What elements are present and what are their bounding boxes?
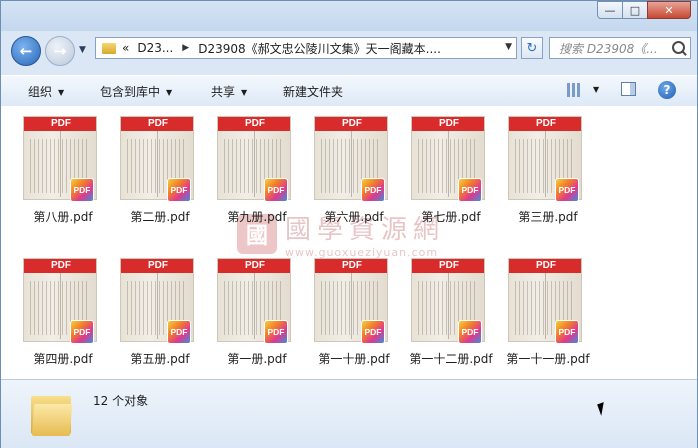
pdf-badge-icon: PDF: [361, 320, 385, 344]
pdf-header-label: PDF: [412, 259, 484, 273]
file-name: 第八册.pdf: [33, 210, 93, 224]
file-item[interactable]: PDF PDF 第九册.pdf: [207, 116, 295, 234]
pdf-badge-icon: PDF: [361, 178, 385, 202]
file-item[interactable]: PDF PDF 第一册.pdf: [207, 258, 295, 376]
pdf-header-label: PDF: [218, 259, 290, 273]
file-name: 第二册.pdf: [130, 210, 190, 224]
file-name: 第一十一册.pdf: [506, 352, 590, 366]
pdf-header-label: PDF: [315, 117, 387, 131]
include-in-library-menu[interactable]: 包含到库中 ▼: [100, 83, 172, 100]
pdf-header-label: PDF: [509, 117, 581, 131]
file-item[interactable]: PDF PDF 第六册.pdf: [304, 116, 392, 234]
folder-icon: [31, 390, 73, 436]
search-icon[interactable]: [672, 41, 685, 54]
window-controls: — □ ✕: [597, 1, 691, 19]
search-input[interactable]: 搜索 D23908《...: [549, 37, 691, 59]
file-item[interactable]: PDF PDF 第八册.pdf: [13, 116, 101, 234]
file-item[interactable]: PDF PDF 第一十册.pdf: [304, 258, 392, 376]
breadcrumb-parent[interactable]: D23...: [137, 41, 173, 55]
title-bar: — □ ✕: [1, 1, 697, 31]
minimize-button[interactable]: —: [597, 1, 623, 19]
item-count: 12 个对象: [93, 394, 149, 408]
pdf-header-label: PDF: [218, 117, 290, 131]
chevron-down-icon: ▼: [241, 88, 248, 97]
pdf-header-label: PDF: [24, 259, 96, 273]
organize-label: 组织: [28, 85, 53, 99]
file-name: 第一册.pdf: [227, 352, 287, 366]
chevron-down-icon: ▼: [58, 88, 65, 97]
pdf-header-label: PDF: [315, 259, 387, 273]
navigation-row: ← → ▼ « D23... ▶ D23908《郝文忠公陵川文集》天一阁藏本..…: [1, 33, 697, 67]
new-folder-button[interactable]: 新建文件夹: [283, 83, 343, 100]
file-name: 第九册.pdf: [227, 210, 287, 224]
view-options-dropdown-icon[interactable]: ▼: [593, 85, 599, 94]
help-icon[interactable]: ?: [658, 81, 676, 99]
command-toolbar: 组织 ▼ 包含到库中 ▼ 共享 ▼ 新建文件夹 ▼ ?: [1, 75, 697, 107]
address-dropdown-icon[interactable]: ▼: [505, 42, 512, 52]
pdf-badge-icon: PDF: [167, 320, 191, 344]
maximize-button[interactable]: □: [622, 1, 648, 19]
pdf-header-label: PDF: [121, 117, 193, 131]
file-name: 第四册.pdf: [33, 352, 93, 366]
pdf-badge-icon: PDF: [70, 178, 94, 202]
pdf-badge-icon: PDF: [555, 320, 579, 344]
file-item[interactable]: PDF PDF 第四册.pdf: [13, 258, 101, 376]
address-bar[interactable]: « D23... ▶ D23908《郝文忠公陵川文集》天一阁藏本.... ▼: [95, 37, 517, 59]
file-item[interactable]: PDF PDF 第三册.pdf: [498, 116, 586, 234]
file-item[interactable]: PDF PDF 第一十二册.pdf: [401, 258, 493, 376]
file-name: 第一十二册.pdf: [409, 352, 493, 366]
pdf-badge-icon: PDF: [70, 320, 94, 344]
chevron-down-icon: ▼: [166, 88, 173, 97]
pdf-badge-icon: PDF: [555, 178, 579, 202]
new-folder-label: 新建文件夹: [283, 85, 344, 99]
file-name: 第六册.pdf: [324, 210, 384, 224]
file-name: 第一十册.pdf: [318, 352, 390, 366]
status-bar: 12 个对象: [1, 379, 697, 448]
pdf-badge-icon: PDF: [264, 178, 288, 202]
forward-button[interactable]: →: [45, 36, 75, 66]
explorer-window: — □ ✕ ← → ▼ « D23... ▶ D23908《郝文忠公陵川文集》天…: [0, 0, 698, 448]
search-placeholder: 搜索 D23908《...: [559, 41, 658, 56]
folder-icon: [102, 42, 116, 54]
pdf-header-label: PDF: [121, 259, 193, 273]
file-name: 第三册.pdf: [518, 210, 578, 224]
file-name: 第五册.pdf: [130, 352, 190, 366]
pdf-badge-icon: PDF: [264, 320, 288, 344]
breadcrumb-separator-icon[interactable]: ▶: [182, 43, 189, 53]
pdf-badge-icon: PDF: [458, 320, 482, 344]
organize-menu[interactable]: 组织 ▼: [28, 83, 64, 100]
pdf-badge-icon: PDF: [167, 178, 191, 202]
view-options-icon[interactable]: [567, 83, 581, 97]
recent-pages-dropdown[interactable]: ▼: [79, 45, 86, 55]
include-in-library-label: 包含到库中: [100, 85, 161, 99]
file-item[interactable]: PDF PDF 第五册.pdf: [110, 258, 198, 376]
file-list-pane[interactable]: 國 國學資源網 www.guoxueziyuan.com PDF PDF 第八册…: [1, 106, 697, 379]
file-item[interactable]: PDF PDF 第七册.pdf: [401, 116, 489, 234]
share-menu[interactable]: 共享 ▼: [211, 83, 247, 100]
file-name: 第七册.pdf: [421, 210, 481, 224]
file-item[interactable]: PDF PDF 第一十一册.pdf: [498, 258, 590, 376]
preview-pane-icon[interactable]: [621, 82, 636, 96]
pdf-header-label: PDF: [412, 117, 484, 131]
share-label: 共享: [211, 85, 236, 99]
pdf-header-label: PDF: [24, 117, 96, 131]
back-button[interactable]: ←: [11, 36, 41, 66]
mouse-cursor-icon: [597, 402, 608, 416]
file-item[interactable]: PDF PDF 第二册.pdf: [110, 116, 198, 234]
breadcrumb-overflow[interactable]: «: [122, 41, 129, 55]
pdf-badge-icon: PDF: [458, 178, 482, 202]
refresh-button[interactable]: ↻: [521, 37, 543, 59]
breadcrumb-current[interactable]: D23908《郝文忠公陵川文集》天一阁藏本....: [198, 40, 441, 57]
close-button[interactable]: ✕: [647, 1, 691, 19]
pdf-header-label: PDF: [509, 259, 581, 273]
